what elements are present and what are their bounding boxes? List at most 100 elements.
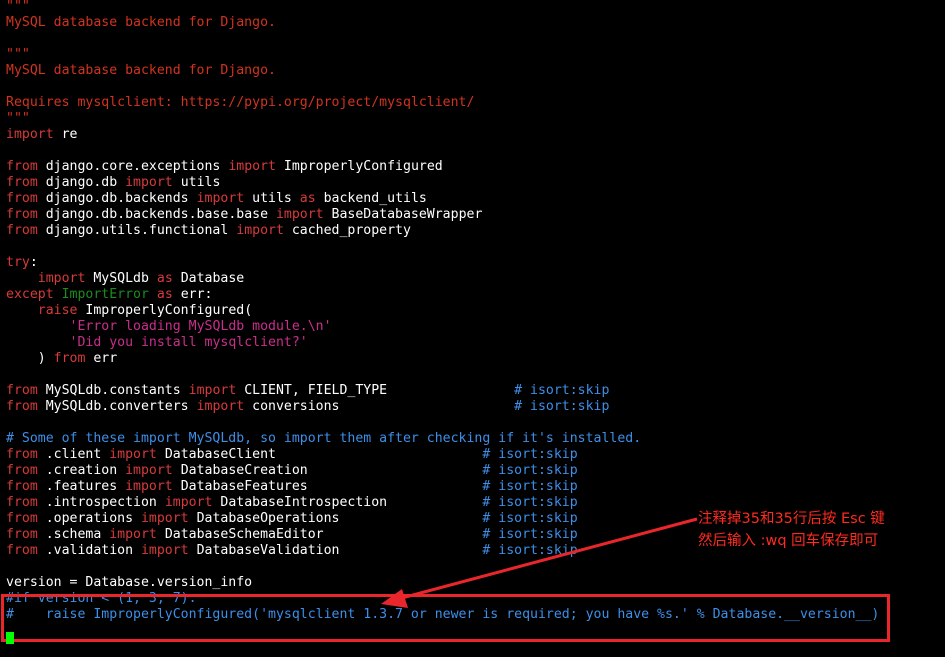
- code-token-keyword: from: [6, 399, 38, 414]
- code-token-default: DatabaseCreation: [172, 463, 483, 478]
- code-token-default: [6, 303, 38, 318]
- code-token-default: :: [29, 255, 38, 270]
- code-token-keyword: as: [156, 287, 173, 302]
- code-token-default: [6, 335, 70, 350]
- code-line: 'Did you install mysqlclient?': [6, 335, 942, 351]
- code-token-comment: # isort:skip: [482, 527, 578, 542]
- code-line: from django.utils.functional import cach…: [6, 223, 942, 239]
- code-token-keyword: except: [6, 287, 54, 302]
- code-token-default: .validation: [37, 543, 141, 558]
- code-line: except ImportError as err:: [6, 287, 942, 303]
- code-token-default: [6, 319, 70, 334]
- code-token-default: err:: [172, 287, 213, 302]
- code-token-default: MySQLdb.constants: [37, 383, 189, 398]
- code-token-default: django.utils.functional: [37, 223, 237, 238]
- code-token-comment: # isort:skip: [482, 495, 578, 510]
- code-token-keyword: import: [109, 447, 157, 462]
- code-token-keyword: from: [6, 159, 38, 174]
- code-token-default: cached_property: [283, 223, 411, 238]
- code-token-default: .operations: [37, 511, 141, 526]
- code-token-default: ImproperlyConfigured: [275, 159, 443, 174]
- code-token-docstring: """: [6, 111, 30, 126]
- code-token-keyword: from: [6, 463, 38, 478]
- code-token-default: [6, 271, 38, 286]
- annotation-line-2: 然后输入 :wq 回车保存即可: [698, 533, 879, 549]
- code-token-default: Database: [172, 271, 245, 286]
- code-token-default: django.core.exceptions: [37, 159, 229, 174]
- highlight-box: [1, 594, 890, 642]
- code-token-default: backend_utils: [315, 191, 427, 206]
- code-line: MySQL database backend for Django.: [6, 15, 942, 31]
- code-token-docstring: Requires mysqlclient: https://pypi.org/p…: [6, 95, 475, 110]
- code-token-keyword: from: [6, 479, 38, 494]
- code-token-default: conversions: [244, 399, 515, 414]
- code-token-string: 'Did you install mysqlclient?': [69, 335, 308, 350]
- code-line: import MySQLdb as Database: [6, 271, 942, 287]
- code-line: """: [6, 47, 942, 63]
- code-token-default: [54, 287, 62, 302]
- code-line: MySQL database backend for Django.: [6, 63, 942, 79]
- code-line: 'Error loading MySQLdb module.\n': [6, 319, 942, 335]
- code-token-keyword: from: [6, 495, 38, 510]
- code-token-keyword: from: [6, 223, 38, 238]
- code-line: """: [6, 111, 942, 127]
- code-token-default: err: [85, 351, 118, 366]
- code-line: from .creation import DatabaseCreation #…: [6, 463, 942, 479]
- code-token-keyword: import: [37, 271, 86, 286]
- code-token-default: utils: [244, 191, 300, 206]
- code-token-comment: # Some of these import MySQLdb, so impor…: [6, 431, 642, 446]
- code-token-comment: # isort:skip: [482, 543, 578, 558]
- code-token-keyword: from: [6, 447, 38, 462]
- code-token-keyword: import: [125, 479, 173, 494]
- code-line: try:: [6, 255, 942, 271]
- code-token-default: MySQLdb: [85, 271, 157, 286]
- code-token-keyword: from: [6, 511, 38, 526]
- code-token-keyword: import: [196, 191, 245, 206]
- code-token-comment: # isort:skip: [514, 383, 610, 398]
- code-token-default: .schema: [37, 527, 110, 542]
- code-token-default: re: [53, 127, 78, 142]
- code-token-keyword: from: [6, 543, 38, 558]
- code-token-docstring: MySQL database backend for Django.: [6, 63, 276, 78]
- vim-cursor: [6, 632, 14, 644]
- code-token-keyword: import: [228, 159, 276, 174]
- code-line: from django.core.exceptions import Impro…: [6, 159, 942, 175]
- code-token-keyword: from: [53, 351, 86, 366]
- code-token-string: 'Error loading MySQLdb module.\n': [69, 319, 332, 334]
- code-token-keyword: from: [6, 383, 38, 398]
- code-token-default: DatabaseFeatures: [172, 479, 483, 494]
- code-token-default: DatabaseIntrospection: [212, 495, 483, 510]
- code-token-keyword: import: [140, 543, 189, 558]
- code-token-docstring: """: [6, 0, 30, 14]
- code-line: from MySQLdb.converters import conversio…: [6, 399, 942, 415]
- code-token-default: DatabaseValidation: [188, 543, 483, 558]
- code-token-default: .client: [37, 447, 110, 462]
- code-line: """: [6, 0, 942, 15]
- code-token-keyword: import: [275, 207, 324, 222]
- code-token-keyword: import: [236, 223, 284, 238]
- code-token-keyword: import: [109, 527, 157, 542]
- annotation-text: 注释掉35和35行后按 Esc 键 然后输入 :wq 回车保存即可: [698, 508, 938, 552]
- code-token-comment: # isort:skip: [482, 479, 578, 494]
- code-line: # Some of these import MySQLdb, so impor…: [6, 431, 942, 447]
- code-token-docstring: MySQL database backend for Django.: [6, 15, 276, 30]
- code-line: ) from err: [6, 351, 942, 367]
- code-token-default: .introspection: [37, 495, 165, 510]
- code-token-default: DatabaseSchemaEditor: [156, 527, 483, 542]
- code-token-default: DatabaseOperations: [188, 511, 483, 526]
- code-token-default: django.db.backends: [37, 191, 197, 206]
- code-token-default: DatabaseClient: [156, 447, 483, 462]
- code-token-keyword: try: [6, 255, 30, 270]
- code-token-comment: # isort:skip: [482, 447, 578, 462]
- code-line: Requires mysqlclient: https://pypi.org/p…: [6, 95, 942, 111]
- code-token-default: BaseDatabaseWrapper: [323, 207, 483, 222]
- code-token-keyword: raise: [37, 303, 78, 318]
- code-token-default: [149, 287, 157, 302]
- code-token-default: ImproperlyConfigured(: [77, 303, 253, 318]
